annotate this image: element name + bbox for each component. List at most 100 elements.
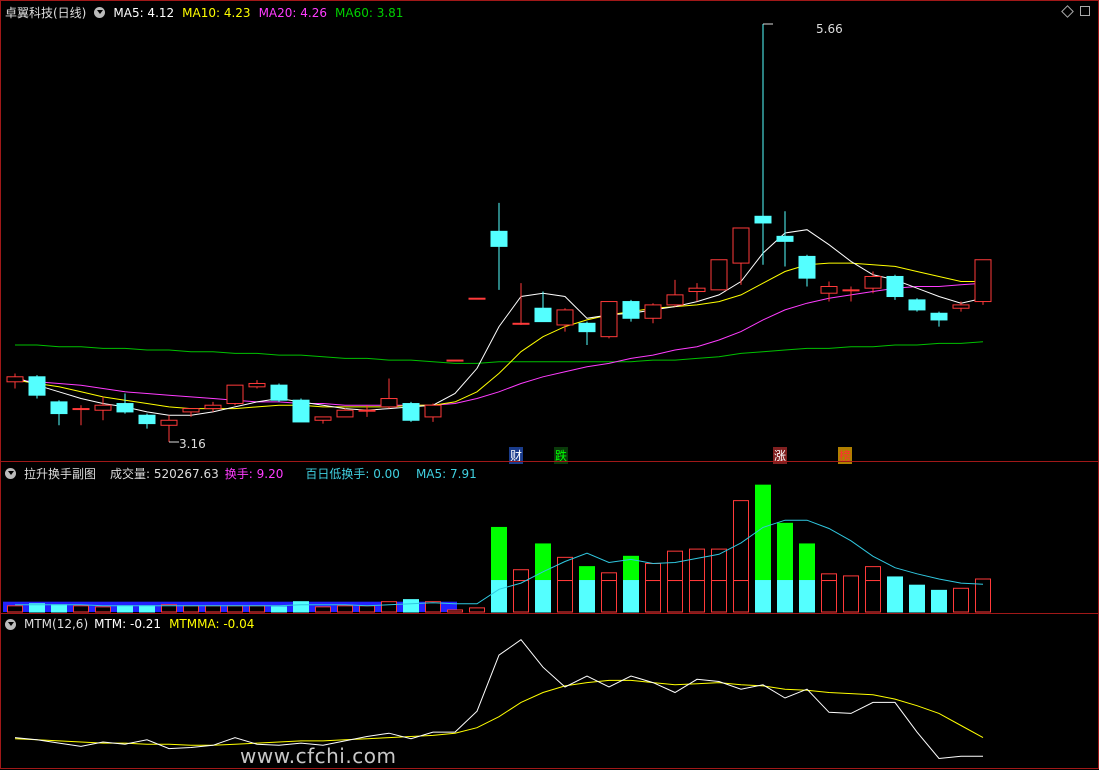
candle-body [776,235,794,242]
price-panel[interactable]: 卓翼科技(日线) MA5: 4.12 MA10: 4.23 MA20: 4.26… [0,0,1099,464]
mtm-chart[interactable] [1,614,1099,770]
turnover-bar-top [491,526,507,582]
turnover-bar [117,605,133,613]
candle-body [820,286,838,294]
candle-body [534,307,552,323]
candle-body [248,382,266,388]
turnover-bar-base [557,580,573,613]
turnover-bar-base [777,580,793,613]
turnover-bar [315,606,331,613]
candle-body [446,359,464,362]
candle-body [358,409,376,412]
turnover-bar-top [777,522,793,582]
candle-body [864,275,882,289]
candle-body [336,409,354,418]
turnover-bar-base [667,580,683,613]
turnover-bar [953,587,969,613]
ma20-label: MA20: 4.26 [258,5,327,20]
ma60-line [15,341,984,364]
turnover-panel-header: 拉升换手副图 成交量: 520267.63 换手: 9.20 百日低换手: 0.… [5,465,477,482]
turnover-bar-top [645,563,661,582]
turnover-bar-base [799,580,815,613]
candle-body [666,294,684,306]
turnover-bar-top [689,548,705,582]
candle-body [908,299,926,311]
candle-body [160,419,178,426]
turnover-bar-top [865,566,881,582]
turnover-bar-top [601,572,617,582]
turnover-bar-base [711,580,727,613]
candle-body [732,227,750,264]
turnover-bar-base [733,580,749,613]
candle-body [556,309,574,326]
turnover-title[interactable]: 拉升换手副图 [24,465,96,482]
turnover-bar-top [667,550,683,582]
low-price-label: 3.16 [179,437,206,451]
turnover-bar [447,609,463,613]
indicator-menu-icon-2[interactable] [5,468,16,479]
turnover-bar [139,605,155,613]
candle-body [952,304,970,309]
candle-body [72,408,90,411]
watermark: www.cfchi.com [240,744,397,768]
candle-body [6,376,24,383]
turnover-bar [469,607,485,613]
turnover-bar [7,605,23,613]
turnover-bar-base [491,580,507,613]
turnover-bar [73,605,89,613]
mtm-panel-header: MTM(12,6) MTM: -0.21 MTMMA: -0.04 [5,617,254,631]
indicator-menu-icon[interactable] [94,7,106,18]
turnover-bar-top [579,566,595,582]
turnover-bar-top [557,556,573,582]
stock-title[interactable]: 卓翼科技(日线) [5,4,86,21]
turnover-bar-base [601,580,617,613]
candle-body [292,399,310,423]
turnover-bar [381,601,397,613]
turnover-bar [359,605,375,613]
turnover-bar [337,605,353,613]
turnover-bar [403,599,419,613]
turnover-bar [293,601,309,613]
turnover-bar [249,605,265,613]
turnover-bar-top [733,500,749,582]
candle-body [182,408,200,413]
turnover-bar-base [579,580,595,613]
candle-body [886,275,904,298]
turnover-bar [887,576,903,613]
candlestick-chart[interactable] [1,1,1099,463]
candle-body [116,403,134,413]
turnover-chart[interactable] [1,462,1099,615]
candle-body [424,404,442,418]
turnover-bar-base [645,580,661,613]
ma60-label: MA60: 3.81 [335,5,404,20]
candle-body [28,376,46,396]
turnover-bar [271,606,287,613]
candle-body [710,259,728,291]
turnover-label: 换手: 9.20 [224,467,284,481]
candle-body [270,384,288,401]
ma5-label: MA5: 4.12 [113,5,175,20]
turnover-bar-top [821,573,837,582]
turnover-bar-base [689,580,705,613]
turnover-panel[interactable]: 拉升换手副图 成交量: 520267.63 换手: 9.20 百日低换手: 0.… [0,461,1099,614]
candle-body [754,215,772,224]
turnover-bar-top [755,484,771,582]
candle-body [490,230,508,247]
indicator-menu-icon-3[interactable] [5,618,16,630]
turnover-bar [183,605,199,613]
mtm-title[interactable]: MTM(12,6) [24,617,88,631]
turnover-bar [227,605,243,613]
volume-label: 成交量: 520267.63 [110,467,219,481]
turnover-bar-top [799,543,815,582]
candle-body [930,312,948,321]
candle-body [402,403,420,421]
mtmma-label: MTMMA: -0.04 [169,617,255,631]
ma20-line [14,282,984,406]
turnover-bar [51,604,67,613]
low100-turnover-label: 百日低换手: 0.00 [305,467,400,481]
candle-body [974,259,992,303]
mtm-panel[interactable]: MTM(12,6) MTM: -0.21 MTMMA: -0.04 [0,613,1099,769]
candle-body [204,404,222,410]
mtm-line [14,639,983,760]
turnover-bar [909,584,925,613]
